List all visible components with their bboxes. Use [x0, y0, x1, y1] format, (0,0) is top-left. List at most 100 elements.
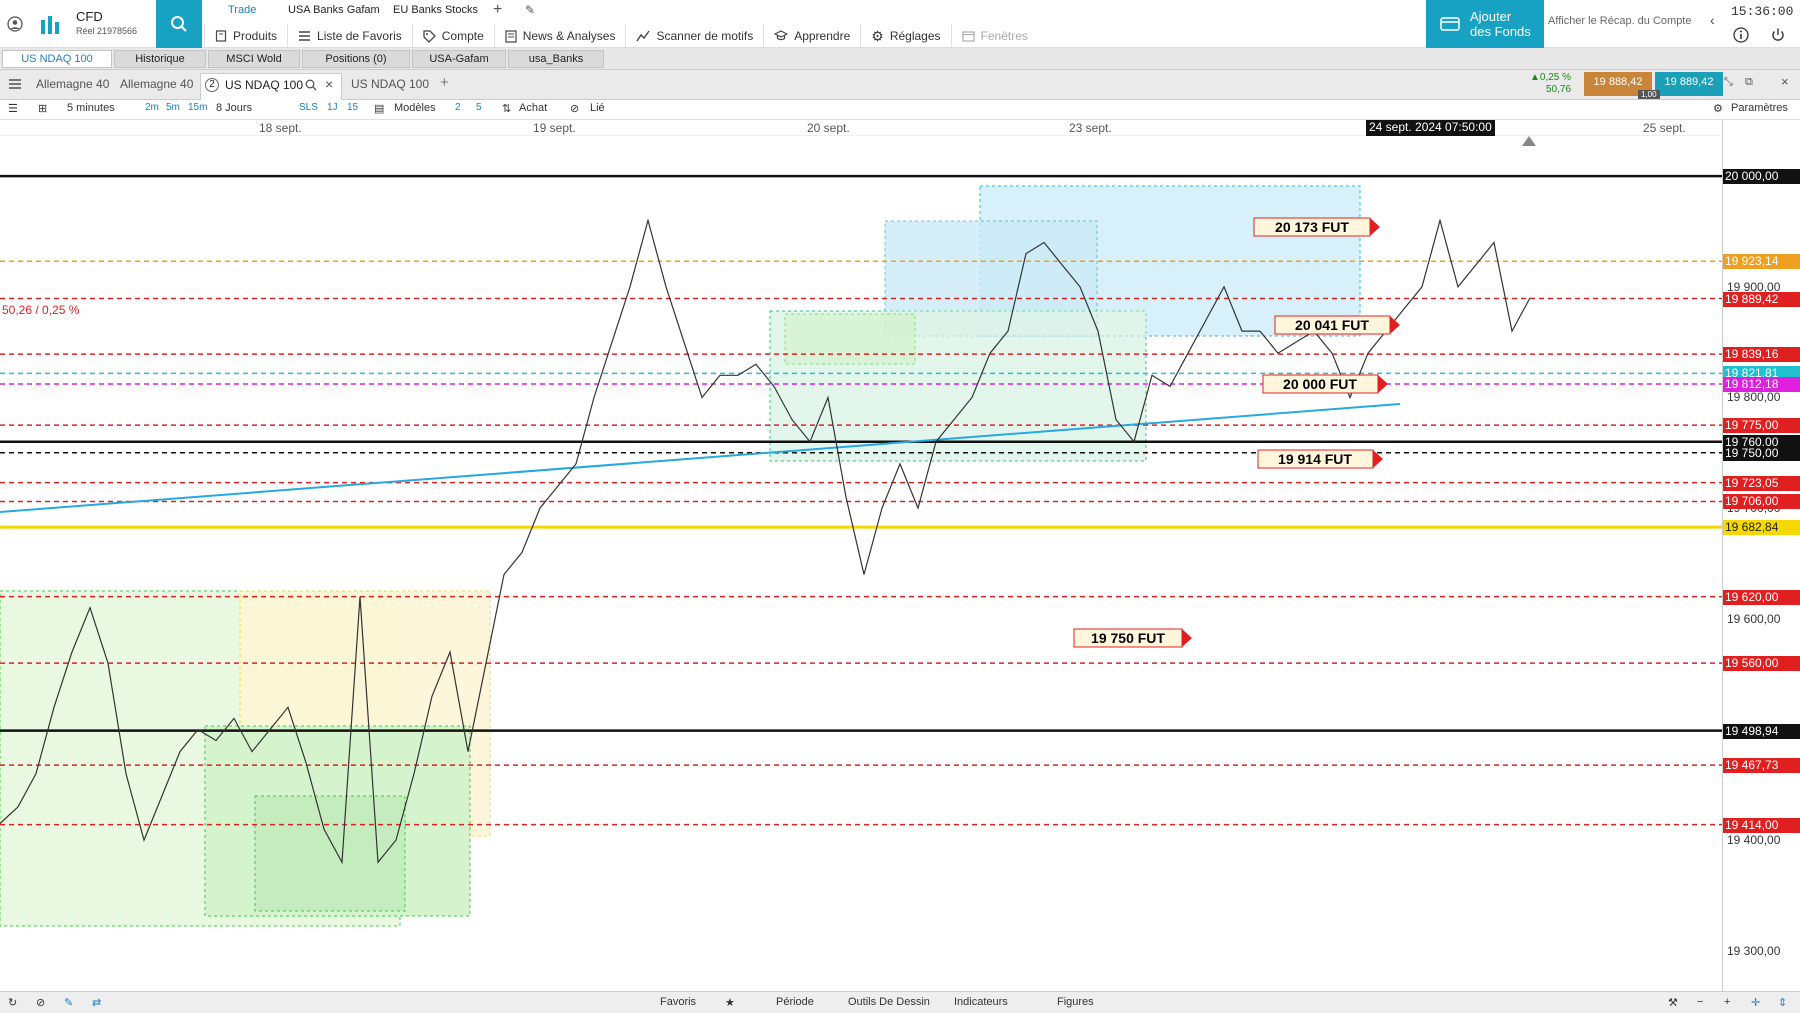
price-level-badge[interactable]: 19 812,18	[1723, 376, 1800, 392]
annotation-20173[interactable]: 20 173 FUT	[1253, 217, 1380, 237]
price-level-badge[interactable]: 19 706,00	[1723, 494, 1800, 510]
price-level-badge[interactable]: 19 682,84	[1723, 520, 1800, 536]
model-2[interactable]: 2	[455, 102, 461, 113]
tab-usa-banks[interactable]: usa_Banks	[508, 50, 604, 68]
zoom-out-icon[interactable]: −	[1697, 996, 1703, 1008]
favorites-button[interactable]: Favoris	[660, 996, 696, 1008]
chart-tab-us-ndaq-100[interactable]: US NDAQ 100	[351, 77, 429, 91]
menu-label: Compte	[441, 29, 484, 43]
interval-5m[interactable]: 5m	[166, 102, 180, 113]
tab-historique[interactable]: Historique	[114, 50, 206, 68]
annotation-19914[interactable]: 19 914 FUT	[1257, 449, 1383, 469]
price-level-badge[interactable]: 19 467,73	[1723, 758, 1800, 774]
linked-button[interactable]: Lié	[590, 102, 605, 114]
indicators-button[interactable]: Indicateurs	[954, 996, 1008, 1008]
cancel-icon[interactable]: ⊘	[36, 996, 45, 1009]
price-level-badge[interactable]: 19 889,42	[1723, 291, 1800, 307]
menu-fenetres: Fenêtres	[950, 24, 1038, 48]
interval-2m[interactable]: 2m	[145, 102, 159, 113]
model-5[interactable]: 5	[476, 102, 482, 113]
power-icon[interactable]	[1770, 27, 1786, 46]
models-button[interactable]: Modèles	[394, 102, 436, 114]
period-button[interactable]: Période	[776, 996, 814, 1008]
info-icon[interactable]	[1733, 27, 1749, 46]
user-icon[interactable]	[0, 0, 30, 48]
products-icon	[215, 30, 227, 42]
zoom-in-icon[interactable]: +	[1724, 996, 1730, 1008]
menu-liste-favoris[interactable]: Liste de Favoris	[287, 24, 412, 48]
buy-icon[interactable]: ⇅	[502, 102, 511, 115]
menu-scanner[interactable]: Scanner de motifs	[625, 24, 763, 48]
tab-usa-banks-gafam[interactable]: USA Banks Gafam	[288, 4, 380, 16]
x-tick-label: 18 sept.	[259, 121, 302, 135]
menu-news[interactable]: News & Analyses	[493, 24, 626, 48]
range-sls[interactable]: SLS	[299, 102, 318, 113]
add-funds-button[interactable]: Ajouter des Fonds	[1426, 0, 1544, 48]
price-level-badge[interactable]: 19 620,00	[1723, 589, 1800, 605]
annotation-20041[interactable]: 20 041 FUT	[1274, 315, 1400, 335]
figures-button[interactable]: Figures	[1057, 996, 1094, 1008]
chart-tab-allemagne-40[interactable]: Allemagne 40	[36, 77, 109, 91]
add-chart-icon[interactable]: +	[440, 74, 449, 91]
chart-menu-icon[interactable]: ☰	[8, 102, 18, 115]
price-level-badge[interactable]: 19 750,00	[1723, 445, 1800, 461]
price-chart[interactable]: 50,26 / 0,25 % 20 173 FUT 20 041 FUT 20 …	[0, 136, 1722, 991]
buy-button[interactable]: Achat	[519, 102, 547, 114]
edit-tabs-icon[interactable]: ✎	[525, 3, 535, 17]
tab-positions[interactable]: Positions (0)	[302, 50, 410, 68]
search-icon[interactable]	[305, 79, 317, 91]
chevron-left-icon[interactable]: ‹	[1710, 12, 1715, 28]
models-icon[interactable]: ▤	[374, 102, 384, 115]
menu-reglages[interactable]: ⚙ Réglages	[860, 24, 950, 48]
menu-label: Apprendre	[794, 29, 851, 43]
menu-compte[interactable]: Compte	[411, 24, 494, 48]
crosshair-icon[interactable]: ✛	[1751, 996, 1760, 1009]
chart-tab-allemagne-40-b[interactable]: Allemagne 40	[120, 77, 193, 91]
price-level-badge[interactable]: 19 560,00	[1723, 656, 1800, 672]
account-recap-link[interactable]: Afficher le Récap. du Compte	[1548, 15, 1691, 27]
range-select[interactable]: 8 Jours	[216, 102, 252, 114]
range-15[interactable]: 15	[347, 102, 358, 113]
price-level-badge[interactable]: 19 723,05	[1723, 475, 1800, 491]
tab-us-ndaq-100[interactable]: US NDAQ 100	[2, 50, 112, 68]
search-button[interactable]	[156, 0, 202, 48]
tab-eu-banks-stocks[interactable]: EU Banks Stocks	[393, 4, 478, 16]
drawing-tools-button[interactable]: Outils De Dessin	[848, 996, 930, 1008]
layout-grid-icon[interactable]: ⊞	[38, 102, 47, 115]
price-level-badge[interactable]: 19 498,94	[1723, 723, 1800, 739]
tools-icon[interactable]: ⚒	[1668, 996, 1678, 1009]
annotation-20000[interactable]: 20 000 FUT	[1262, 374, 1388, 394]
price-level-badge[interactable]: 19 414,00	[1723, 817, 1800, 833]
account-title[interactable]: CFD	[76, 9, 103, 24]
settings-icon[interactable]: ⚙	[1713, 102, 1723, 115]
price-level-badge[interactable]: 19 775,00	[1723, 418, 1800, 434]
price-level-badge[interactable]: 19 923,14	[1723, 254, 1800, 270]
range-1j[interactable]: 1J	[327, 102, 338, 113]
close-icon[interactable]: ×	[1781, 74, 1789, 89]
interval-15m[interactable]: 15m	[188, 102, 207, 113]
interval-select[interactable]: 5 minutes	[67, 102, 115, 114]
menu-apprendre[interactable]: Apprendre	[763, 24, 860, 48]
close-icon[interactable]: ×	[325, 76, 333, 92]
popout-icon[interactable]: ⧉	[1745, 76, 1753, 89]
hamburger-icon[interactable]	[9, 78, 21, 92]
buy-price-button[interactable]: 19 889,42	[1655, 72, 1723, 96]
pen-icon[interactable]: ✎	[64, 996, 73, 1009]
link-icon[interactable]: ⊘	[570, 102, 579, 115]
fit-icon[interactable]: ⇕	[1778, 996, 1787, 1009]
account-number: Réel 21978566	[76, 26, 138, 36]
tab-usa-gafam[interactable]: USA-Gafam	[412, 50, 506, 68]
star-icon[interactable]: ★	[725, 996, 735, 1009]
settings-button[interactable]: Paramètres	[1731, 102, 1788, 114]
tab-msci-wold[interactable]: MSCI Wold	[208, 50, 300, 68]
annotation-19750[interactable]: 19 750 FUT	[1073, 628, 1192, 648]
price-level-badge[interactable]: 20 000,00	[1723, 169, 1800, 185]
tab-trade[interactable]: Trade	[228, 4, 256, 16]
menu-produits[interactable]: Produits	[204, 24, 287, 48]
refresh-icon[interactable]: ↻	[8, 996, 17, 1009]
add-tab-icon[interactable]: +	[493, 1, 502, 19]
price-level-badge[interactable]: 19 839,16	[1723, 347, 1800, 363]
sync-icon[interactable]: ⇄	[92, 996, 101, 1009]
collapse-icon[interactable]: ⤡	[1724, 76, 1733, 89]
chart-tab-active[interactable]: 2 US NDAQ 100 ×	[200, 73, 342, 100]
